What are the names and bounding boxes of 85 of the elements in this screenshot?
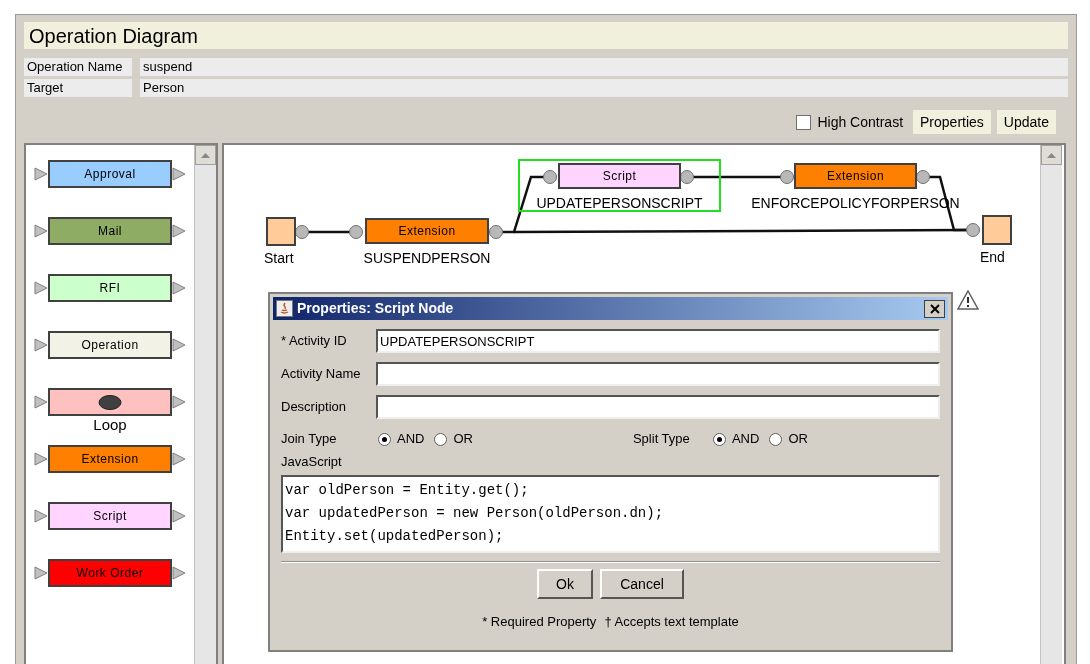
field-label: Target xyxy=(24,79,132,97)
scrollbar[interactable] xyxy=(194,145,216,664)
port-arrow-icon xyxy=(34,452,48,466)
port-arrow-icon xyxy=(34,224,48,238)
port-arrow-icon xyxy=(172,566,186,580)
app-icon xyxy=(276,300,293,317)
port-arrow-icon xyxy=(172,452,186,466)
warning-icon xyxy=(957,290,979,310)
scroll-up-button[interactable] xyxy=(195,145,216,165)
port-icon xyxy=(543,170,557,184)
palette-node[interactable] xyxy=(48,388,172,416)
dialog-title: Properties: Script Node xyxy=(297,299,455,318)
port-arrow-icon xyxy=(34,167,48,181)
palette-node[interactable]: Approval xyxy=(48,160,172,188)
terminal-node[interactable] xyxy=(982,215,1012,245)
footnote: † Accepts text template xyxy=(604,613,739,631)
field-label: Description xyxy=(281,398,348,417)
palette-node[interactable]: Script xyxy=(48,502,172,530)
port-arrow-icon xyxy=(172,509,186,523)
code-line: Entity.set(updatedPerson); xyxy=(285,527,505,546)
port-icon xyxy=(966,223,980,237)
scrollbar[interactable] xyxy=(1040,145,1062,664)
up-arrow-icon xyxy=(201,152,210,158)
field-label: Operation Name xyxy=(24,58,132,76)
activity-node[interactable]: Extension xyxy=(794,163,917,189)
port-arrow-icon xyxy=(34,338,48,352)
radio-button[interactable] xyxy=(712,432,726,446)
up-arrow-icon xyxy=(1047,152,1056,158)
terminal-node[interactable] xyxy=(266,217,296,246)
scroll-up-button[interactable] xyxy=(1041,145,1062,165)
radio-label: OR xyxy=(453,430,473,449)
port-arrow-icon xyxy=(34,509,48,523)
field-label: JavaScript xyxy=(281,453,343,470)
port-arrow-icon xyxy=(172,167,186,181)
text-field[interactable]: UPDATEPERSONSCRIPT xyxy=(376,329,940,353)
text-field[interactable] xyxy=(376,395,940,419)
radio-label: AND xyxy=(731,430,760,449)
port-arrow-icon xyxy=(172,224,186,238)
activity-node[interactable]: Extension xyxy=(365,218,489,244)
text-field[interactable] xyxy=(376,362,940,386)
code-line: var oldPerson = Entity.get(); xyxy=(285,481,530,500)
field-label: * Activity ID xyxy=(281,332,348,351)
port-icon xyxy=(349,225,363,239)
field-label: Split Type xyxy=(632,430,691,449)
port-arrow-icon xyxy=(34,566,48,580)
palette-node[interactable]: Mail xyxy=(48,217,172,245)
port-arrow-icon xyxy=(172,395,186,409)
palette-node[interactable]: Operation xyxy=(48,331,172,359)
palette-node[interactable]: Extension xyxy=(48,445,172,473)
node-label: SUSPENDPERSON xyxy=(362,250,492,266)
field-label: Join Type xyxy=(281,430,338,449)
footnote: * Required Property xyxy=(482,613,597,631)
radio-button[interactable] xyxy=(769,432,783,446)
palette-node[interactable]: RFI xyxy=(48,274,172,302)
radio-label: OR xyxy=(788,430,808,449)
node-label: UPDATEPERSONSCRIPT xyxy=(535,195,704,211)
script-editor[interactable]: var oldPerson = Entity.get(); var updatedPerson = new Person(oldPerson.dn); Entity.set(updatedPerson); xyxy=(281,475,940,553)
port-icon xyxy=(780,170,794,184)
checkbox-label: High Contrast xyxy=(817,112,904,132)
code-line: var updatedPerson = new Person(oldPerson.dn); xyxy=(285,504,665,523)
port-arrow-icon xyxy=(172,338,186,352)
node-label: Start xyxy=(264,250,294,266)
field-value: suspend xyxy=(140,58,1068,76)
close-icon xyxy=(929,303,940,314)
radio-label: AND xyxy=(397,430,425,449)
port-arrow-icon xyxy=(34,395,48,409)
toolbar-button[interactable]: Update xyxy=(996,110,1056,134)
field-label: Activity Name xyxy=(281,365,362,384)
palette-node[interactable]: Work Order xyxy=(48,559,172,587)
port-icon xyxy=(489,225,503,239)
dialog-button[interactable]: Ok xyxy=(537,569,593,599)
port-arrow-icon xyxy=(172,281,186,295)
toolbar-button[interactable]: Properties xyxy=(913,110,991,134)
node-label: End xyxy=(980,249,1005,265)
diagram-title: Operation Diagram xyxy=(29,23,198,49)
loop-icon xyxy=(98,394,122,410)
port-arrow-icon xyxy=(34,281,48,295)
checkbox[interactable] xyxy=(796,114,812,130)
activity-node[interactable]: Script xyxy=(558,163,681,189)
node-label: Loop xyxy=(92,416,128,434)
dialog-button[interactable]: Cancel xyxy=(600,569,684,599)
close-button[interactable] xyxy=(924,299,945,318)
radio-button[interactable] xyxy=(378,432,391,446)
radio-button[interactable] xyxy=(434,432,448,446)
field-value: Person xyxy=(140,79,1068,97)
